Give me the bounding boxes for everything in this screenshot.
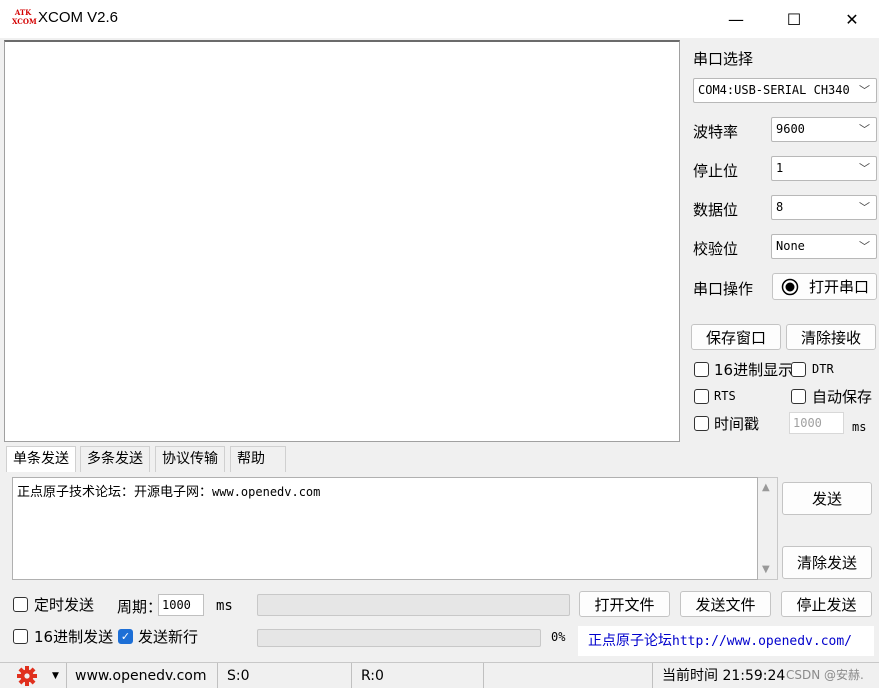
open-file-button[interactable]: 打开文件 bbox=[579, 591, 670, 617]
receive-area[interactable] bbox=[4, 40, 680, 442]
timestamp-interval-input[interactable]: 1000 bbox=[789, 412, 844, 434]
scroll-up-icon[interactable]: ▲ bbox=[762, 482, 770, 493]
checkmark-icon: ✓ bbox=[120, 630, 131, 643]
send-text-cn: 正点原子技术论坛：开源电子网： bbox=[17, 485, 213, 500]
forum-link-url: http://www.openedv.com/ bbox=[672, 634, 853, 649]
timed-send-label: 定时发送 bbox=[34, 596, 95, 614]
current-time-value: 21:59:24 bbox=[722, 668, 786, 684]
clear-send-button[interactable]: 清除发送 bbox=[782, 546, 872, 579]
parity-label: 校验位 bbox=[693, 240, 739, 258]
minimize-icon: — bbox=[728, 9, 744, 29]
rts-checkbox[interactable] bbox=[694, 389, 709, 404]
send-newline-label: 发送新行 bbox=[138, 628, 199, 646]
send-newline-checkbox[interactable]: ✓ bbox=[118, 629, 133, 644]
baud-select[interactable]: 9600 ﹀ bbox=[771, 117, 877, 142]
hex-send-checkbox[interactable] bbox=[13, 629, 28, 644]
open-port-button[interactable]: 打开串口 bbox=[772, 273, 877, 300]
current-time-label: 当前时间 bbox=[662, 668, 718, 684]
chevron-down-icon: ﹀ bbox=[859, 123, 870, 136]
stopbits-select[interactable]: 1 ﹀ bbox=[771, 156, 877, 181]
dropdown-arrow-icon: ▼ bbox=[52, 671, 59, 681]
chevron-down-icon: ﹀ bbox=[859, 201, 870, 214]
maximize-icon: ☐ bbox=[786, 9, 802, 29]
port-select-label: 串口选择 bbox=[693, 50, 754, 68]
chevron-down-icon: ﹀ bbox=[859, 240, 870, 253]
stop-send-button[interactable]: 停止发送 bbox=[781, 591, 872, 617]
send-input[interactable]: 正点原子技术论坛：开源电子网：www.openedv.com bbox=[12, 477, 758, 580]
dtr-checkbox[interactable] bbox=[791, 362, 806, 377]
clear-receive-button[interactable]: 清除接收 bbox=[786, 324, 876, 350]
close-button[interactable]: ✕ bbox=[823, 0, 879, 38]
send-progress-bar bbox=[257, 629, 541, 647]
save-window-button[interactable]: 保存窗口 bbox=[691, 324, 781, 350]
app-logo-icon: ATK XCOM bbox=[12, 8, 37, 26]
forum-link[interactable]: 正点原子论坛http://www.openedv.com/ bbox=[578, 626, 874, 656]
gear-icon bbox=[17, 666, 37, 686]
rts-label: RTS bbox=[714, 389, 736, 403]
hex-send-label: 16进制发送 bbox=[34, 628, 114, 646]
chevron-down-icon: ﹀ bbox=[856, 79, 870, 102]
stopbits-label: 停止位 bbox=[693, 162, 739, 180]
send-file-button[interactable]: 发送文件 bbox=[680, 591, 771, 617]
status-received-count: R:0 bbox=[353, 663, 484, 688]
period-label: 周期： bbox=[117, 598, 163, 616]
databits-value: 8 bbox=[776, 200, 784, 214]
scroll-down-icon[interactable]: ▼ bbox=[762, 564, 770, 575]
port-status-icon bbox=[781, 278, 799, 295]
stopbits-value: 1 bbox=[776, 161, 784, 175]
baud-value: 9600 bbox=[776, 122, 805, 136]
hex-display-checkbox[interactable] bbox=[694, 362, 709, 377]
chevron-down-icon: ﹀ bbox=[859, 162, 870, 175]
period-input[interactable]: 1000 bbox=[158, 594, 204, 616]
send-text-url: www.openedv.com bbox=[212, 485, 321, 499]
send-file-path-bar bbox=[257, 594, 570, 616]
send-button[interactable]: 发送 bbox=[782, 482, 872, 515]
csdn-watermark: CSDN @安赫. bbox=[786, 666, 864, 683]
close-icon: ✕ bbox=[845, 9, 859, 29]
parity-value: None bbox=[776, 239, 805, 253]
timestamp-unit: ms bbox=[852, 420, 867, 434]
databits-label: 数据位 bbox=[693, 201, 739, 219]
auto-save-label: 自动保存 bbox=[812, 388, 873, 406]
send-scrollbar[interactable]: ▲ ▼ bbox=[758, 477, 778, 580]
tab-help[interactable]: 帮助 bbox=[230, 446, 286, 472]
dtr-label: DTR bbox=[812, 362, 834, 376]
timed-send-checkbox[interactable] bbox=[13, 597, 28, 612]
port-select[interactable]: COM4:USB-SERIAL CH340 ﹀ bbox=[693, 78, 877, 103]
send-text: 正点原子技术论坛：开源电子网：www.openedv.com bbox=[17, 481, 320, 500]
title-bar: ATK XCOM XCOM V2.6 — ☐ ✕ bbox=[0, 0, 879, 38]
xcom-window: ATK XCOM XCOM V2.6 — ☐ ✕ 串口选择 COM4:USB-S… bbox=[0, 0, 879, 688]
tab-single-send[interactable]: 单条发送 bbox=[6, 446, 76, 472]
timestamp-label: 时间戳 bbox=[714, 415, 760, 433]
port-operation-label: 串口操作 bbox=[693, 280, 754, 298]
open-port-label: 打开串口 bbox=[809, 278, 870, 296]
timestamp-checkbox[interactable] bbox=[694, 416, 709, 431]
tab-multi-send[interactable]: 多条发送 bbox=[80, 446, 150, 472]
minimize-button[interactable]: — bbox=[707, 0, 765, 38]
send-progress-text: 0% bbox=[551, 630, 566, 644]
forum-link-cn: 正点原子论坛 bbox=[588, 633, 672, 649]
window-title: XCOM V2.6 bbox=[38, 9, 119, 26]
baud-label: 波特率 bbox=[693, 123, 739, 141]
settings-menu-button[interactable]: ▼ bbox=[0, 663, 66, 688]
tab-protocol[interactable]: 协议传输 bbox=[155, 446, 225, 472]
hex-display-label: 16进制显示 bbox=[714, 361, 794, 379]
status-sent-count: S:0 bbox=[219, 663, 352, 688]
status-bar: ▼ www.openedv.com S:0 R:0 当前时间 21:59:24 … bbox=[0, 662, 879, 688]
auto-save-checkbox[interactable] bbox=[791, 389, 806, 404]
status-website[interactable]: www.openedv.com bbox=[66, 663, 218, 688]
port-select-value: COM4:USB-SERIAL CH340 bbox=[698, 83, 850, 97]
parity-select[interactable]: None ﹀ bbox=[771, 234, 877, 259]
maximize-button[interactable]: ☐ bbox=[765, 0, 823, 38]
databits-select[interactable]: 8 ﹀ bbox=[771, 195, 877, 220]
status-empty-segment bbox=[485, 663, 653, 688]
period-unit: ms bbox=[216, 598, 233, 614]
